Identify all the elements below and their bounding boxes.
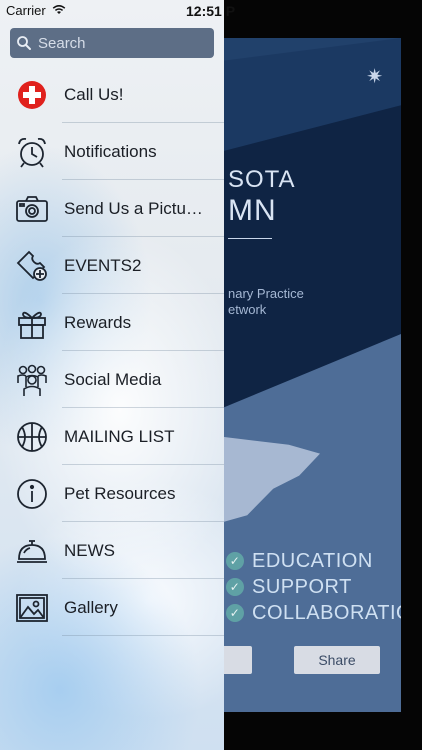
network-icon: ✷ xyxy=(366,66,383,88)
background-title-line2: MN xyxy=(228,194,277,227)
checklist-item: ✓ SUPPORT xyxy=(226,574,401,600)
share-button[interactable]: Share xyxy=(294,646,380,674)
check-icon: ✓ xyxy=(226,552,244,570)
menu-item-label: Social Media xyxy=(64,369,162,389)
background-divider xyxy=(228,238,272,239)
menu-item-pet-resources[interactable]: Pet Resources xyxy=(0,465,224,522)
basketball-icon xyxy=(14,419,50,455)
menu-item-label: MAILING LIST xyxy=(64,426,175,446)
menu-item-label: Gallery xyxy=(64,597,118,617)
menu-item-rewards[interactable]: Rewards xyxy=(0,294,224,351)
background-subtitle-line1: nary Practice xyxy=(228,286,304,301)
background-title-line1: SOTA xyxy=(228,166,296,193)
state-map-image xyxy=(216,436,320,524)
menu-item-notifications[interactable]: Notifications xyxy=(0,123,224,180)
menu-item-label: Rewards xyxy=(64,312,132,332)
menu-item-mailing-list[interactable]: MAILING LIST xyxy=(0,408,224,465)
menu-item-label: Notifications xyxy=(64,141,157,161)
menu-item-label: NEWS xyxy=(64,540,115,560)
menu-item-call-us[interactable]: Call Us! xyxy=(0,66,224,123)
menu-item-gallery[interactable]: Gallery xyxy=(0,579,224,636)
camera-icon xyxy=(14,191,50,227)
search-input[interactable] xyxy=(36,33,210,53)
status-time: 12:51 P xyxy=(186,3,236,19)
drawer-menu: Call Us! Notifications Send Us a Pictu… … xyxy=(0,66,224,636)
checklist-label: EDUCATION xyxy=(252,549,373,572)
gift-icon xyxy=(14,305,50,341)
menu-item-label: EVENTS2 xyxy=(64,255,142,275)
checklist-label: COLLABORATION xyxy=(252,601,401,624)
background-checklist: ✓ EDUCATION ✓ SUPPORT ✓ COLLABORATION xyxy=(226,548,401,626)
search-bar[interactable] xyxy=(10,28,214,58)
alarm-clock-icon xyxy=(14,134,50,170)
status-bar: Carrier 12:51 P xyxy=(0,0,422,22)
carrier-label: Carrier xyxy=(6,3,46,18)
menu-item-social-media[interactable]: Social Media xyxy=(0,351,224,408)
menu-item-label: Call Us! xyxy=(64,84,124,104)
checklist-item: ✓ COLLABORATION xyxy=(226,600,401,626)
people-group-icon xyxy=(14,362,50,398)
checklist-label: SUPPORT xyxy=(252,575,352,598)
menu-item-label: Send Us a Pictu… xyxy=(64,198,203,218)
checklist-item: ✓ EDUCATION xyxy=(226,548,401,574)
background-subtitle: nary Practice etwork xyxy=(228,286,304,318)
menu-item-events2[interactable]: EVENTS2 xyxy=(0,237,224,294)
picture-icon xyxy=(14,590,50,626)
menu-item-send-picture[interactable]: Send Us a Pictu… xyxy=(0,180,224,237)
check-icon: ✓ xyxy=(226,578,244,596)
menu-item-news[interactable]: NEWS xyxy=(0,522,224,579)
menu-item-label: Pet Resources xyxy=(64,483,176,503)
check-icon: ✓ xyxy=(226,604,244,622)
search-icon xyxy=(16,35,32,51)
wifi-icon xyxy=(52,4,66,15)
service-bell-icon xyxy=(14,533,50,569)
side-drawer: Call Us! Notifications Send Us a Pictu… … xyxy=(0,0,224,750)
info-icon xyxy=(14,476,50,512)
ticket-add-icon xyxy=(14,248,50,284)
medical-cross-icon xyxy=(14,77,50,113)
background-subtitle-line2: etwork xyxy=(228,302,267,317)
